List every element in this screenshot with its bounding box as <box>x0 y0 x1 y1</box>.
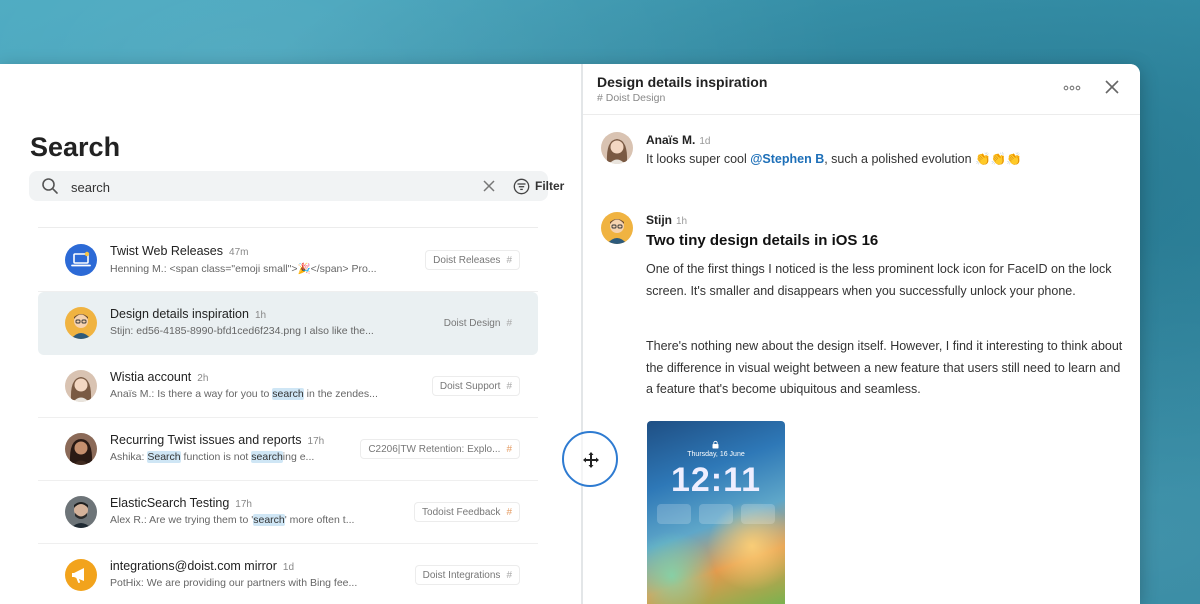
message-author: Anaïs M. 1d <box>646 133 711 147</box>
search-input[interactable] <box>69 175 433 199</box>
lockscreen-clock: 12:11 <box>670 461 762 499</box>
filter-button[interactable]: Filter <box>513 176 564 196</box>
lockscreen-date: Thursday, 16 June <box>687 451 745 458</box>
search-pane: Search Filter <box>0 64 582 604</box>
channel-avatar <box>65 559 97 591</box>
message-author: Stijn 1h <box>646 213 688 227</box>
hash-icon: # <box>506 506 512 518</box>
hash-icon: # <box>506 254 512 266</box>
result-row-elasticsearch-testing[interactable]: ElasticSearch Testing 17h Alex R.: Are we… <box>38 481 538 544</box>
image-attachment[interactable]: Thursday, 16 June 12:11 <box>647 421 785 604</box>
more-options-icon[interactable] <box>1061 78 1083 98</box>
clear-search-icon[interactable] <box>481 178 497 194</box>
channel-tag: Doist Support # <box>431 376 520 396</box>
result-snippet: Henning M.: <span class="emoji small">🎉<… <box>110 263 377 275</box>
search-results: Twist Web Releases 47m Henning M.: <span … <box>38 229 538 604</box>
search-bar: Filter <box>29 171 564 201</box>
move-cursor-icon <box>583 452 599 468</box>
close-icon[interactable] <box>1103 78 1121 96</box>
thread-pane: Design details inspiration # Doist Desig… <box>583 64 1140 604</box>
channel-tag: Doist Releases # <box>425 250 520 270</box>
user-avatar[interactable] <box>601 132 633 164</box>
result-title: Recurring Twist issues and reports 17h <box>110 433 325 447</box>
message-text: It looks super cool @Stephen B, such a p… <box>646 152 1022 166</box>
person-avatar-icon <box>606 139 628 164</box>
user-avatar <box>65 433 97 465</box>
person-avatar-icon <box>71 314 91 339</box>
search-icon <box>42 178 58 194</box>
user-avatar <box>65 496 97 528</box>
person-avatar-icon <box>70 377 92 402</box>
result-row-wistia-account[interactable]: Wistia account 2h Anaïs M.: Is there a wa… <box>38 355 538 418</box>
result-title: Wistia account 2h <box>110 370 209 384</box>
lock-icon <box>712 440 719 449</box>
person-avatar-icon <box>607 219 627 244</box>
result-snippet: PotHix: We are providing our partners wi… <box>110 577 358 589</box>
result-row-recurring-twist-issues[interactable]: Recurring Twist issues and reports 17h As… <box>38 418 538 481</box>
message-paragraph: There's nothing new about the design its… <box>646 339 1123 396</box>
result-title: ElasticSearch Testing 17h <box>110 496 252 510</box>
result-snippet: Alex R.: Are we trying them to 'search' … <box>110 514 355 526</box>
channel-tag: Doist Integrations # <box>414 565 520 585</box>
channel-tag: C2206|TW Retention: Explo... # <box>360 439 520 459</box>
app-window: Search Filter <box>0 64 1140 604</box>
divider <box>583 114 1140 115</box>
channel-tag: Doist Design # <box>443 317 512 329</box>
result-snippet: Anaïs M.: Is there a way for you to sear… <box>110 388 378 400</box>
person-avatar-icon <box>71 502 91 528</box>
divider <box>38 227 538 228</box>
user-avatar <box>65 307 97 339</box>
result-title: integrations@doist.com mirror 1d <box>110 559 295 573</box>
page-title: Search <box>30 132 121 162</box>
lockscreen-widgets <box>657 504 775 526</box>
thread-title: Design details inspiration <box>597 74 768 90</box>
result-snippet: Ashika: Search function is not searching… <box>110 451 315 463</box>
result-title: Twist Web Releases 47m <box>110 244 249 258</box>
result-row-design-details-inspiration[interactable]: Design details inspiration 1h Stijn: ed56… <box>38 292 538 355</box>
person-avatar-icon <box>69 439 93 465</box>
user-avatar <box>65 370 97 402</box>
resize-handle[interactable] <box>562 431 618 487</box>
result-title: Design details inspiration 1h <box>110 307 267 321</box>
hash-icon: # <box>506 380 512 392</box>
user-avatar[interactable] <box>601 212 633 244</box>
hash-icon: # <box>506 317 512 329</box>
channel-avatar <box>65 244 97 276</box>
user-mention[interactable]: @Stephen B <box>750 152 824 166</box>
message-paragraph: One of the first things I noticed is the… <box>646 262 1112 298</box>
thread-channel[interactable]: # Doist Design <box>597 92 665 104</box>
filter-label: Filter <box>535 179 565 193</box>
result-row-twist-web-releases[interactable]: Twist Web Releases 47m Henning M.: <span … <box>38 229 538 292</box>
hash-icon: # <box>506 569 512 581</box>
result-row-integrations-mirror[interactable]: integrations@doist.com mirror 1d PotHix: … <box>38 544 538 604</box>
filter-icon <box>513 178 530 194</box>
megaphone-icon <box>72 568 84 583</box>
laptop-icon <box>71 251 91 267</box>
channel-tag: Todoist Feedback # <box>414 502 520 522</box>
hash-icon: # <box>506 443 512 455</box>
post-title: Two tiny design details in iOS 16 <box>646 232 879 249</box>
result-snippet: Stijn: ed56-4185-8990-bfd1ced6f234.png I… <box>110 325 374 337</box>
